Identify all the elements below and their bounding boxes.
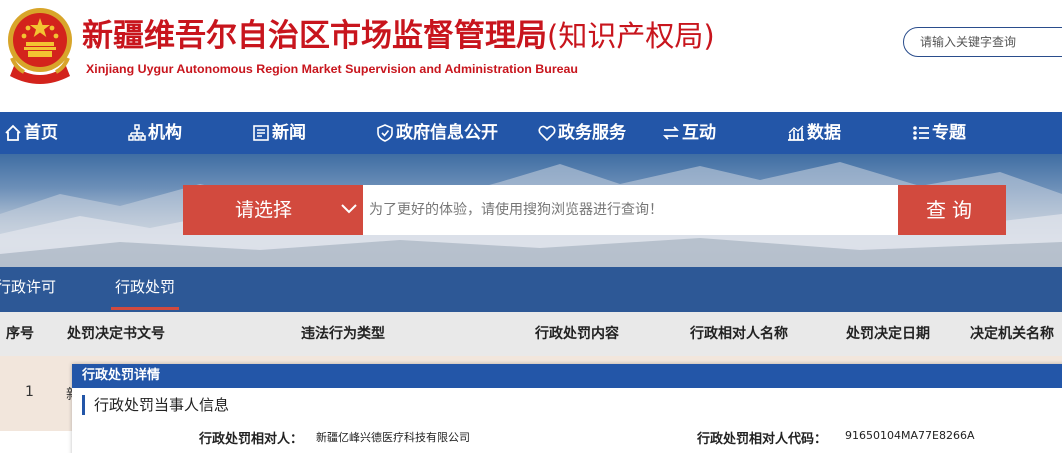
nav-item-data[interactable]: 数据 [787, 112, 841, 154]
field-label-counterparty: 行政处罚相对人： [199, 432, 304, 447]
query-input-box[interactable] [363, 185, 898, 235]
field-label-counterparty-code: 行政处罚相对人代码： [697, 432, 828, 447]
nav-item-gov-info[interactable]: 政府信息公开 [376, 112, 498, 154]
nav-label: 新闻 [272, 123, 306, 143]
site-title-cn: 新疆维吾尔自治区市场监督管理局(知识产权局) [82, 14, 715, 58]
field-value-counterparty: 新疆亿峰兴德医疗科技有限公司 [316, 431, 470, 444]
penalty-detail-modal: 行政处罚详情 行政处罚当事人信息 行政处罚相对人： 新疆亿峰兴德医疗科技有限公司… [72, 364, 1062, 453]
tab-license[interactable]: 行政许可 [0, 267, 56, 312]
query-input[interactable] [369, 200, 889, 220]
tab-penalty[interactable]: 行政处罚 [110, 267, 180, 312]
nav-item-topics[interactable]: 专题 [912, 112, 966, 154]
heart-icon [538, 125, 556, 142]
col-violation-type: 违法行为类型 [301, 326, 385, 342]
category-tabs: 行政许可 行政处罚 [0, 267, 1062, 312]
site-search-box[interactable] [903, 27, 1062, 57]
query-button[interactable]: 查询 [898, 185, 1006, 235]
nav-label: 专题 [932, 123, 966, 143]
main-nav: 首页 机构 新闻 政府信息公开 政务服务 互动 数据 专题 [0, 112, 1062, 154]
chevron-down-icon [341, 204, 357, 214]
col-counterparty-name: 行政相对人名称 [690, 326, 788, 342]
news-icon [253, 125, 269, 141]
site-search-input[interactable] [920, 33, 1060, 51]
nav-item-interact[interactable]: 互动 [662, 112, 716, 154]
exchange-icon [662, 126, 680, 140]
field-value-counterparty-code: 91650104MA77E8266A [845, 429, 975, 442]
nav-item-services[interactable]: 政务服务 [538, 112, 626, 154]
col-penalty-content: 行政处罚内容 [535, 326, 619, 342]
site-title-main: 新疆维吾尔自治区市场监督管理局 [82, 18, 547, 54]
nav-label: 首页 [24, 123, 58, 143]
col-decision-date: 处罚决定日期 [846, 326, 930, 342]
chart-icon [788, 125, 804, 141]
nav-item-news[interactable]: 新闻 [252, 112, 306, 154]
nav-item-home[interactable]: 首页 [4, 112, 58, 154]
section-title: 行政处罚当事人信息 [82, 395, 229, 415]
nav-label: 数据 [807, 123, 841, 143]
col-authority-name: 决定机关名称 [970, 326, 1054, 342]
row-index: 1 [25, 384, 34, 400]
nav-label: 机构 [148, 123, 182, 143]
table-header: 序号 处罚决定书文号 违法行为类型 行政处罚内容 行政相对人名称 处罚决定日期 … [0, 312, 1062, 356]
category-select-label: 请选择 [235, 199, 293, 221]
site-header: 新疆维吾尔自治区市场监督管理局(知识产权局) Xinjiang Uygur Au… [0, 0, 1062, 112]
col-index: 序号 [6, 326, 34, 342]
site-title-paren: (知识产权局) [547, 19, 715, 53]
home-icon [5, 124, 21, 141]
org-icon [128, 124, 146, 141]
search-banner: 请选择 查询 [0, 154, 1062, 267]
national-emblem-icon [8, 8, 72, 84]
modal-title: 行政处罚详情 [72, 364, 1062, 388]
nav-item-org[interactable]: 机构 [128, 112, 182, 154]
site-title-en: Xinjiang Uygur Autonomous Region Market … [86, 62, 578, 76]
shield-icon [377, 124, 393, 142]
nav-label: 互动 [682, 123, 716, 143]
category-select[interactable]: 请选择 [183, 185, 363, 235]
nav-label: 政务服务 [558, 123, 626, 143]
col-doc-no: 处罚决定书文号 [67, 326, 165, 342]
nav-label: 政府信息公开 [396, 123, 498, 143]
list-icon [913, 126, 929, 140]
